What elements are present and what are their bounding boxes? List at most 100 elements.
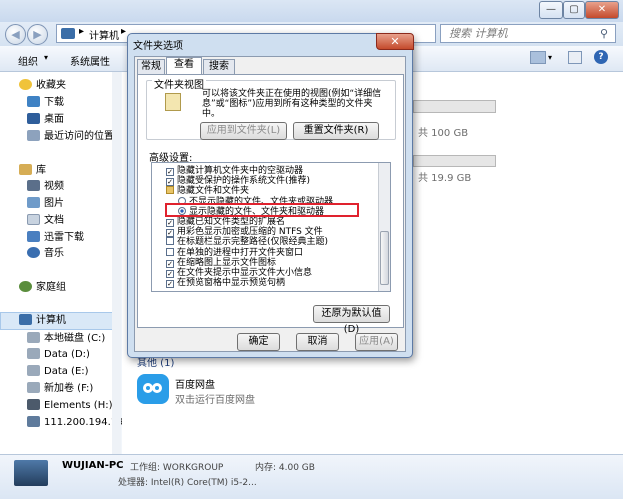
ok-button[interactable]: 确定 bbox=[237, 333, 280, 351]
music-icon bbox=[27, 247, 40, 258]
nav-downloads[interactable]: 下载 bbox=[27, 95, 64, 111]
advanced-setting-label: 隐藏文件和文件夹 bbox=[177, 186, 250, 197]
computer-large-icon bbox=[14, 460, 48, 486]
nav-label: Data (E:) bbox=[44, 366, 89, 377]
nav-drive-c[interactable]: 本地磁盘 (C:) bbox=[27, 331, 105, 347]
view-options-icon[interactable] bbox=[530, 51, 546, 64]
checkbox-unchecked-icon[interactable] bbox=[166, 237, 174, 246]
system-properties-button[interactable]: 系统属性 bbox=[70, 53, 110, 68]
search-icon[interactable]: ⚲ bbox=[600, 27, 608, 40]
search-input[interactable]: 搜索 计算机 bbox=[440, 24, 616, 43]
nav-videos[interactable]: 视频 bbox=[27, 179, 64, 195]
baidu-netdisk-name[interactable]: 百度网盘 bbox=[175, 376, 215, 391]
close-button[interactable]: ✕ bbox=[585, 1, 619, 19]
drive-d-usage-bar bbox=[413, 155, 496, 167]
nav-label: 迅雷下载 bbox=[44, 232, 84, 243]
star-icon bbox=[19, 79, 32, 90]
breadcrumb-arrow-icon[interactable]: ▸ bbox=[79, 26, 84, 37]
nav-recent[interactable]: 最近访问的位置 bbox=[27, 129, 114, 145]
nav-label: 桌面 bbox=[44, 114, 64, 125]
nav-drive-d[interactable]: Data (D:) bbox=[27, 347, 90, 363]
help-icon[interactable]: ? bbox=[594, 50, 608, 64]
restore-defaults-button[interactable]: 还原为默认值(D) bbox=[313, 305, 390, 335]
minimize-button[interactable]: — bbox=[539, 1, 563, 19]
breadcrumb-computer[interactable]: 计算机 bbox=[89, 27, 119, 42]
advanced-setting-row[interactable]: 在单独的进程中打开文件夹窗口 bbox=[166, 247, 303, 258]
dialog-close-button[interactable]: ✕ bbox=[376, 33, 414, 50]
drive-icon bbox=[27, 332, 40, 343]
advanced-setting-row[interactable]: ✓ 用彩色显示加密或压缩的 NTFS 文件 bbox=[166, 227, 323, 238]
forward-arrow-icon[interactable]: ▶ bbox=[27, 24, 48, 45]
library-icon bbox=[19, 164, 32, 175]
nav-favorites[interactable]: 收藏夹 bbox=[19, 78, 66, 94]
advanced-setting-row[interactable]: ✓ 在预览窗格中显示预览句柄 bbox=[166, 278, 286, 289]
nav-pictures[interactable]: 图片 bbox=[27, 196, 64, 212]
nav-drive-f[interactable]: 新加卷 (F:) bbox=[27, 381, 93, 397]
checkbox-checked-icon[interactable]: ✓ bbox=[166, 178, 174, 187]
drive-c-size: 共 100 GB bbox=[418, 128, 469, 139]
checkbox-unchecked-icon[interactable] bbox=[166, 247, 174, 256]
processor: 处理器: Intel(R) Core(TM) i5-2... bbox=[118, 478, 257, 488]
apply-button[interactable]: 应用(A) bbox=[355, 333, 398, 351]
advanced-setting-label: 隐藏受保护的操作系统文件(推荐) bbox=[177, 176, 311, 187]
checkbox-checked-icon[interactable]: ✓ bbox=[166, 229, 174, 238]
nav-network-drive[interactable]: 111.200.194.19 bbox=[27, 415, 124, 431]
nav-label: Data (D:) bbox=[44, 349, 90, 360]
nav-label: 本地磁盘 (C:) bbox=[44, 333, 106, 344]
maximize-button[interactable]: ▢ bbox=[563, 1, 585, 19]
picture-icon bbox=[27, 197, 40, 208]
folder-icon bbox=[166, 186, 174, 195]
advanced-setting-row[interactable]: ✓ 在缩略图上显示文件图标 bbox=[166, 258, 276, 268]
organize-button[interactable]: 组织 bbox=[18, 53, 38, 68]
preview-pane-icon[interactable] bbox=[568, 51, 582, 64]
advanced-setting-row[interactable]: 隐藏文件和文件夹 bbox=[166, 186, 249, 196]
nav-computer[interactable]: 计算机 bbox=[19, 313, 66, 329]
back-arrow-icon[interactable]: ◀ bbox=[5, 24, 26, 45]
nav-scrollbar[interactable] bbox=[112, 72, 121, 454]
reset-folders-button[interactable]: 重置文件夹(R) bbox=[293, 122, 379, 140]
chevron-down-icon[interactable]: ▾ bbox=[548, 53, 552, 62]
nav-thunder[interactable]: 迅雷下载 bbox=[27, 230, 84, 246]
nav-libraries[interactable]: 库 bbox=[19, 163, 46, 179]
advanced-settings-tree: ✓ 隐藏计算机文件夹中的空驱动器 ✓ 隐藏受保护的操作系统文件(推荐) 隐藏文件和文件夹… bbox=[151, 162, 391, 292]
nav-music[interactable]: 音乐 bbox=[27, 246, 64, 262]
nav-drive-h[interactable]: Elements (H:) bbox=[27, 398, 112, 414]
checkbox-checked-icon[interactable]: ✓ bbox=[166, 270, 174, 278]
tab-view[interactable]: 查看 bbox=[166, 57, 202, 75]
tree-scroll-thumb[interactable] bbox=[380, 231, 389, 285]
advanced-setting-label: 在预览窗格中显示预览句柄 bbox=[177, 278, 286, 289]
advanced-setting-row[interactable]: ✓ 隐藏已知文件类型的扩展名 bbox=[166, 217, 285, 227]
nav-drive-e[interactable]: Data (E:) bbox=[27, 364, 89, 380]
drive-c-usage-bar bbox=[413, 100, 496, 113]
breadcrumb-arrow-icon[interactable]: ▸ bbox=[121, 26, 126, 37]
advanced-setting-row[interactable]: 在标题栏显示完整路径(仅限经典主题) bbox=[166, 237, 328, 247]
nav-desktop[interactable]: 桌面 bbox=[27, 112, 64, 128]
cancel-button[interactable]: 取消 bbox=[296, 333, 339, 351]
checkbox-checked-icon[interactable]: ✓ bbox=[166, 259, 174, 268]
highlight-annotation bbox=[165, 203, 359, 217]
baidu-netdisk-desc: 双击运行百度网盘 bbox=[175, 395, 255, 406]
advanced-setting-row[interactable]: ✓ 在文件夹提示中显示文件大小信息 bbox=[166, 268, 312, 278]
desktop-icon bbox=[27, 113, 40, 124]
tab-general[interactable]: 常规 bbox=[137, 59, 165, 75]
computer-icon bbox=[19, 314, 32, 325]
chevron-down-icon: ▾ bbox=[44, 53, 49, 62]
advanced-setting-row[interactable]: ✓ 隐藏计算机文件夹中的空驱动器 bbox=[166, 166, 303, 176]
nav-homegroup[interactable]: 家庭组 bbox=[19, 280, 66, 296]
dialog-title: 文件夹选项 bbox=[133, 41, 183, 52]
document-icon bbox=[27, 214, 40, 225]
checkbox-checked-icon[interactable]: ✓ bbox=[166, 168, 174, 176]
recent-places-icon bbox=[27, 130, 40, 141]
advanced-setting-label: 隐藏已知文件类型的扩展名 bbox=[177, 217, 286, 227]
nav-label: 图片 bbox=[44, 198, 64, 209]
tab-search[interactable]: 搜索 bbox=[203, 59, 235, 75]
checkbox-checked-icon[interactable]: ✓ bbox=[166, 280, 174, 289]
baidu-netdisk-icon[interactable] bbox=[137, 374, 169, 404]
nav-documents[interactable]: 文档 bbox=[27, 213, 64, 229]
checkbox-checked-icon[interactable]: ✓ bbox=[166, 219, 174, 227]
nav-label: 文档 bbox=[44, 215, 64, 226]
advanced-setting-row[interactable]: ✓ 隐藏受保护的操作系统文件(推荐) bbox=[166, 176, 311, 187]
advanced-setting-label: 在文件夹提示中显示文件大小信息 bbox=[177, 268, 313, 278]
apply-to-folders-button[interactable]: 应用到文件夹(L) bbox=[200, 122, 287, 140]
tree-scrollbar[interactable] bbox=[378, 163, 390, 291]
